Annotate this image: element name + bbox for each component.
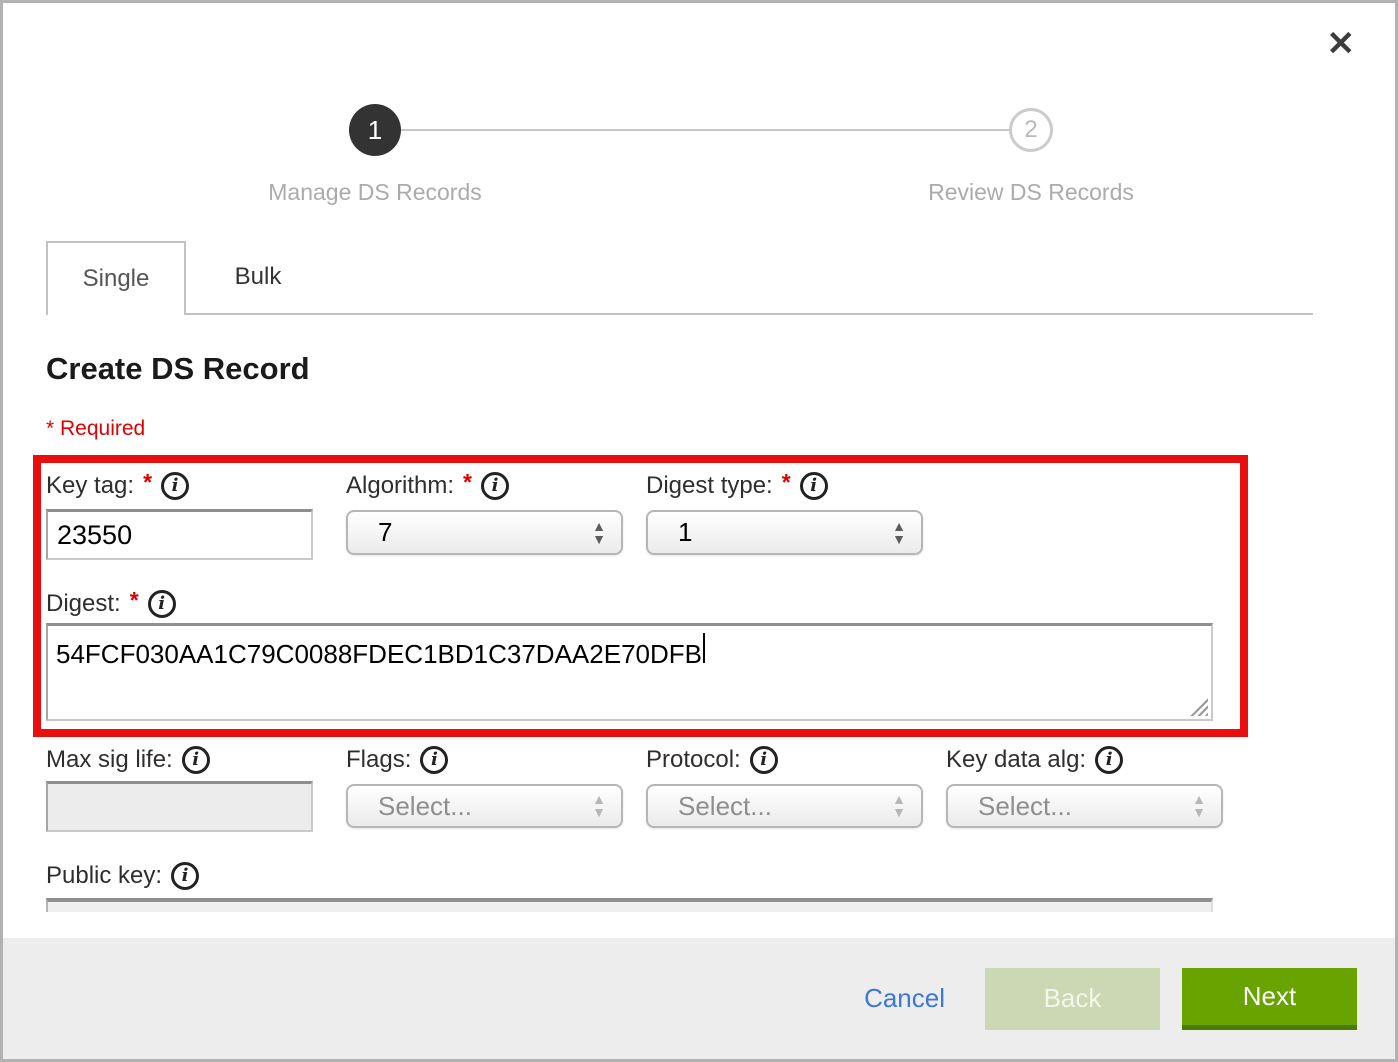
info-icon[interactable]: i [1095, 746, 1123, 774]
select-spinner-icon: ▲ ▼ [592, 793, 606, 819]
info-icon[interactable]: i [481, 472, 509, 500]
record-mode-tabs: Single Bulk [46, 241, 1313, 315]
digest-type-label-row: Digest type: * i [646, 469, 828, 503]
public-key-label-row: Public key: i [46, 859, 199, 893]
tab-single[interactable]: Single [46, 241, 186, 315]
step-connector-line [401, 129, 1009, 131]
wizard-stepper: 1 2 Manage DS Records Review DS Records [3, 3, 1395, 233]
digest-type-label: Digest type: [646, 472, 773, 500]
flags-label-row: Flags: i [346, 743, 448, 777]
protocol-label: Protocol: [646, 746, 741, 774]
info-icon[interactable]: i [420, 746, 448, 774]
digest-type-select[interactable]: 1 ▲ ▼ [646, 510, 923, 555]
key-tag-label: Key tag: [46, 472, 134, 500]
required-note: * Required [46, 417, 145, 441]
public-key-label: Public key: [46, 862, 162, 890]
public-key-textarea[interactable] [46, 898, 1213, 912]
step-1-number: 1 [368, 115, 382, 146]
select-spinner-icon: ▲ ▼ [1192, 793, 1206, 819]
info-icon[interactable]: i [171, 862, 199, 890]
tab-bulk[interactable]: Bulk [186, 241, 330, 313]
tab-underline [186, 313, 1313, 315]
select-spinner-icon: ▲ ▼ [892, 793, 906, 819]
key-tag-input[interactable]: 23550 [46, 509, 313, 560]
digest-label: Digest: [46, 590, 121, 618]
digest-label-row: Digest: * i [46, 587, 176, 621]
flags-label: Flags: [346, 746, 411, 774]
required-asterisk: * [130, 587, 139, 614]
digest-type-value: 1 [678, 517, 692, 548]
cancel-link[interactable]: Cancel [864, 983, 945, 1014]
key-tag-value: 23550 [57, 520, 132, 551]
key-data-alg-value: Select... [978, 791, 1072, 822]
info-icon[interactable]: i [161, 472, 189, 500]
max-sig-life-label-row: Max sig life: i [46, 743, 210, 777]
flags-select[interactable]: Select... ▲ ▼ [346, 784, 623, 828]
protocol-label-row: Protocol: i [646, 743, 778, 777]
info-icon[interactable]: i [750, 746, 778, 774]
key-tag-label-row: Key tag: * i [46, 469, 189, 503]
required-asterisk: * [463, 469, 472, 496]
max-sig-life-input[interactable] [46, 781, 313, 832]
step-1-circle: 1 [349, 104, 401, 156]
algorithm-select[interactable]: 7 ▲ ▼ [346, 510, 623, 555]
step-2-number: 2 [1024, 116, 1037, 144]
digest-textarea[interactable]: 54FCF030AA1C79C0088FDEC1BD1C37DAA2E70DFB [46, 623, 1213, 721]
key-data-alg-label: Key data alg: [946, 746, 1086, 774]
algorithm-label-row: Algorithm: * i [346, 469, 509, 503]
select-spinner-icon: ▲ ▼ [892, 520, 906, 546]
required-asterisk: * [143, 469, 152, 496]
protocol-value: Select... [678, 791, 772, 822]
text-cursor [703, 633, 705, 663]
modal-footer: Cancel Back Next [3, 938, 1395, 1059]
create-ds-record-modal: ✕ 1 2 Manage DS Records Review DS Record… [0, 0, 1398, 1062]
resize-handle[interactable] [1190, 698, 1208, 716]
algorithm-label: Algorithm: [346, 472, 454, 500]
back-button[interactable]: Back [985, 968, 1160, 1030]
key-data-alg-select[interactable]: Select... ▲ ▼ [946, 784, 1223, 828]
algorithm-value: 7 [378, 517, 392, 548]
select-spinner-icon: ▲ ▼ [592, 520, 606, 546]
info-icon[interactable]: i [182, 746, 210, 774]
max-sig-life-label: Max sig life: [46, 746, 173, 774]
next-button[interactable]: Next [1182, 968, 1357, 1030]
step-1-label: Manage DS Records [175, 179, 575, 206]
digest-value: 54FCF030AA1C79C0088FDEC1BD1C37DAA2E70DFB [56, 639, 702, 669]
required-asterisk: * [782, 469, 791, 496]
key-data-alg-label-row: Key data alg: i [946, 743, 1123, 777]
protocol-select[interactable]: Select... ▲ ▼ [646, 784, 923, 828]
info-icon[interactable]: i [148, 590, 176, 618]
info-icon[interactable]: i [800, 472, 828, 500]
step-2-label: Review DS Records [831, 179, 1231, 206]
flags-value: Select... [378, 791, 472, 822]
page-title: Create DS Record [46, 351, 310, 387]
step-2-circle: 2 [1009, 108, 1053, 152]
